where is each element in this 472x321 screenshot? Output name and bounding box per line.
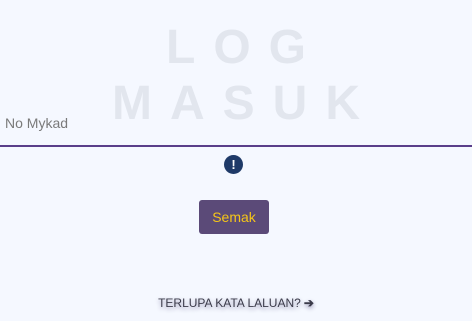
arrow-right-icon: ➔ [303,296,314,310]
mykad-field-container [0,100,472,147]
forgot-password-label: TERLUPA KATA LALUAN? [158,296,301,310]
mykad-input[interactable] [0,100,472,145]
exclamation-circle-icon: ! [224,155,243,174]
forgot-password-link[interactable]: TERLUPA KATA LALUAN? ➔ [0,294,472,312]
semak-button[interactable]: Semak [199,200,269,234]
